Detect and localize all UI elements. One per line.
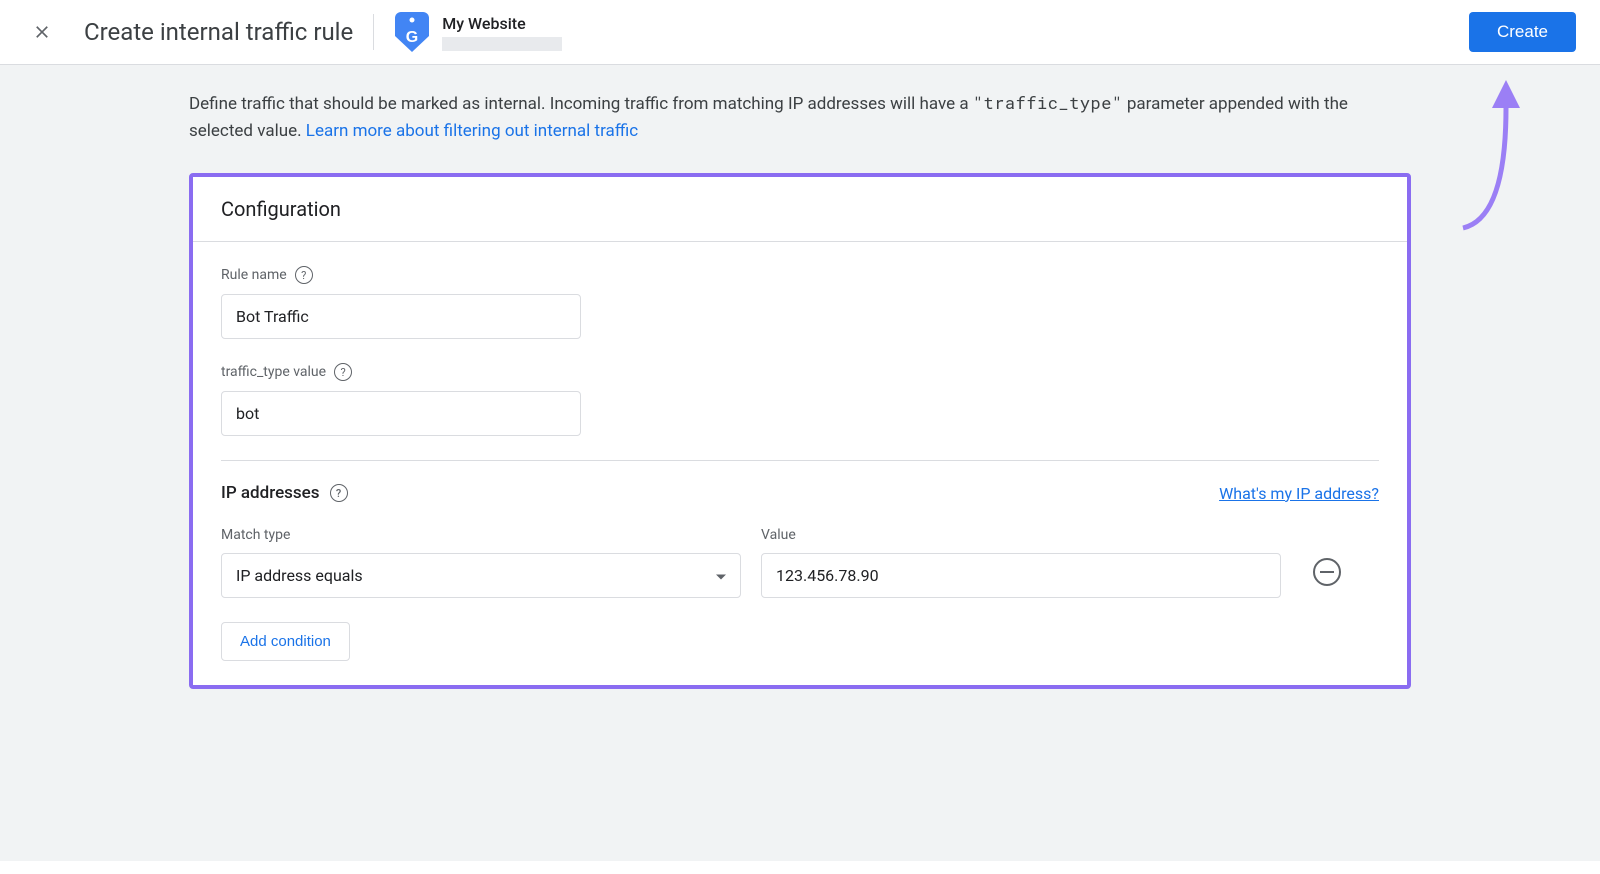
close-button[interactable]: [24, 14, 60, 50]
card-header: Configuration: [193, 177, 1407, 242]
match-type-select[interactable]: IP address equals: [221, 553, 741, 598]
close-icon: [32, 22, 52, 42]
card-title: Configuration: [221, 197, 1379, 221]
traffic-type-label: traffic_type value: [221, 364, 326, 380]
traffic-type-group: traffic_type value ?: [221, 363, 1379, 436]
match-type-label: Match type: [221, 527, 741, 543]
rule-name-label: Rule name: [221, 267, 287, 283]
site-info: G My Website: [394, 12, 562, 52]
rule-name-group: Rule name ?: [221, 266, 1379, 339]
remove-condition-button[interactable]: [1313, 558, 1341, 586]
header-bar: Create internal traffic rule G My Websit…: [0, 0, 1600, 65]
header-divider: [373, 14, 374, 50]
condition-row: Match type IP address equals Value: [221, 527, 1379, 598]
ip-addresses-title: IP addresses: [221, 483, 320, 503]
desc-before: Define traffic that should be marked as …: [189, 94, 973, 114]
svg-text:G: G: [406, 29, 418, 46]
configuration-card: Configuration Rule name ? traffic_type v…: [189, 173, 1411, 689]
content-area: Define traffic that should be marked as …: [0, 65, 1600, 861]
desc-code: "traffic_type": [973, 91, 1123, 114]
description-text: Define traffic that should be marked as …: [189, 89, 1411, 145]
create-button[interactable]: Create: [1469, 12, 1576, 52]
value-label: Value: [761, 527, 1281, 543]
rule-name-input[interactable]: [221, 294, 581, 339]
learn-more-link[interactable]: Learn more about filtering out internal …: [306, 121, 638, 141]
site-name: My Website: [442, 14, 562, 33]
minus-icon: [1320, 571, 1334, 573]
ip-section-header: IP addresses ? What's my IP address?: [221, 483, 1379, 503]
help-icon[interactable]: ?: [295, 266, 313, 284]
traffic-type-input[interactable]: [221, 391, 581, 436]
ip-value-input[interactable]: [761, 553, 1281, 598]
whats-my-ip-link[interactable]: What's my IP address?: [1219, 484, 1379, 503]
add-condition-button[interactable]: Add condition: [221, 622, 350, 661]
page-title: Create internal traffic rule: [84, 18, 353, 46]
help-icon[interactable]: ?: [334, 363, 352, 381]
help-icon[interactable]: ?: [330, 484, 348, 502]
section-divider: [221, 460, 1379, 461]
site-sub-redacted: [442, 37, 562, 51]
tag-manager-icon: G: [394, 12, 430, 52]
